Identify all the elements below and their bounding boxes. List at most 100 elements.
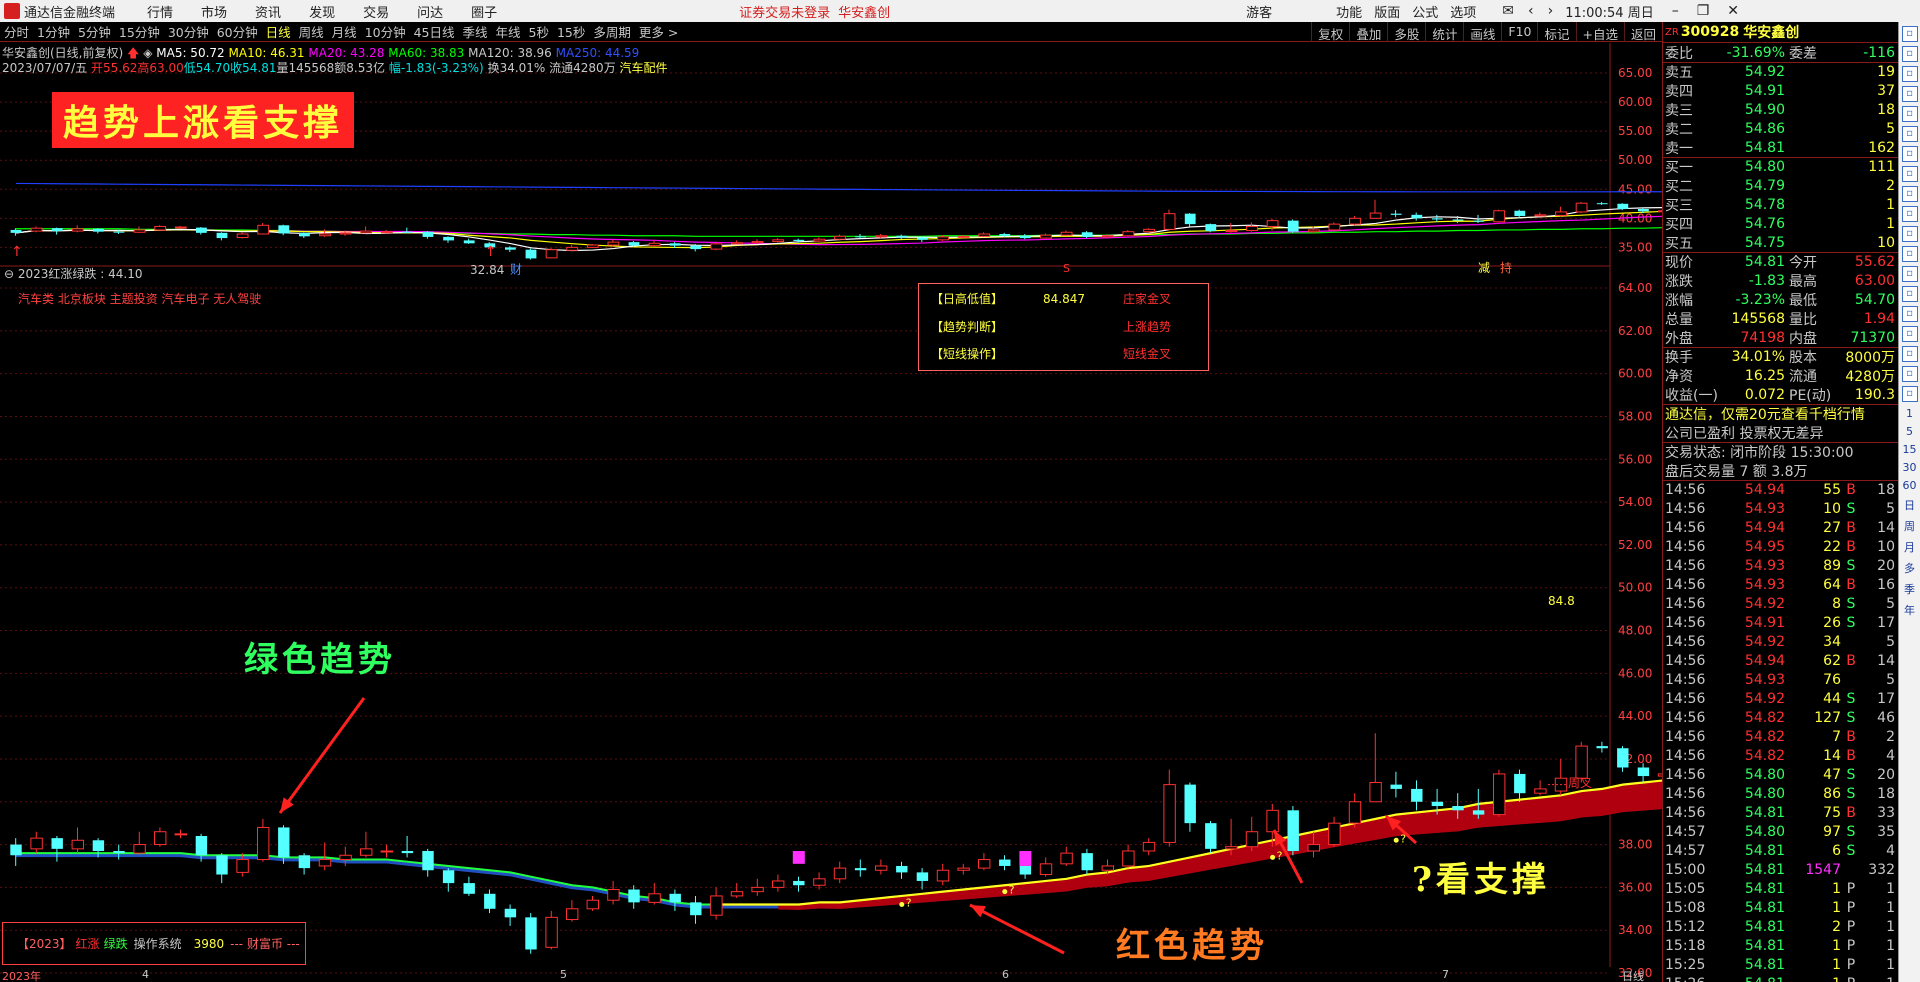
tick-volume: 34 <box>1823 633 1841 650</box>
tick-price: 54.80 <box>1744 785 1785 802</box>
period-tab[interactable]: 5分钟 <box>74 22 115 41</box>
menu-item-trade[interactable]: 交易 <box>349 2 403 21</box>
period-tab[interactable]: 季线 <box>459 22 492 41</box>
tick-direction: B <box>1846 576 1856 593</box>
sidebar-period-label[interactable]: 60 <box>1901 479 1919 492</box>
sidebar-period-label[interactable]: 季 <box>1901 581 1919 597</box>
menu-item-layout[interactable]: 版面 <box>1368 2 1406 21</box>
mail-icon[interactable]: ✉ <box>1502 3 1514 19</box>
rsi-icon[interactable]: ▫ <box>1901 286 1918 302</box>
settings-icon[interactable]: ◈ <box>143 46 152 60</box>
layout-icon[interactable]: ▫ <box>1901 226 1918 242</box>
sidebar-period-label[interactable]: 周 <box>1901 518 1919 534</box>
ma10-label: MA10: 46.31 <box>228 46 305 60</box>
table-icon[interactable]: ▫ <box>1901 126 1918 142</box>
period-tab[interactable]: 15秒 <box>553 22 589 41</box>
period-tab[interactable]: 1分钟 <box>33 22 74 41</box>
upper-candle <box>772 239 785 243</box>
login-status[interactable]: 证券交易未登录 <box>739 2 830 21</box>
period-tab[interactable]: 月线 <box>328 22 361 41</box>
sidebar-period-label[interactable]: 30 <box>1901 461 1919 474</box>
app-logo-icon <box>4 3 20 19</box>
tool-button[interactable]: 标记 <box>1537 22 1575 42</box>
tool-button[interactable]: +自选 <box>1575 22 1624 42</box>
chart-icon[interactable]: ▫ <box>1901 106 1918 122</box>
pen-icon[interactable]: ▫ <box>1901 326 1918 342</box>
menu-item-function[interactable]: 功能 <box>1330 2 1368 21</box>
pie-icon[interactable]: ▫ <box>1901 186 1918 202</box>
split-icon[interactable]: ▫ <box>1901 266 1918 282</box>
period-tab[interactable]: 分时 <box>0 22 33 41</box>
ask-label: 卖三 <box>1665 102 1693 119</box>
menu-item-circle[interactable]: 圈子 <box>457 2 511 21</box>
tick-time: 15:08 <box>1665 899 1706 916</box>
sidebar-period-label[interactable]: 多 <box>1901 560 1919 576</box>
forward-arrow-icon[interactable]: › <box>1548 3 1554 19</box>
menu-item-discover[interactable]: 发现 <box>295 2 349 21</box>
close-icon[interactable]: ✕ <box>1727 3 1739 19</box>
lower-candle <box>1184 784 1196 824</box>
minimize-icon[interactable]: – <box>1672 3 1679 19</box>
window-icon[interactable]: ▫ <box>1901 206 1918 222</box>
tool-button[interactable]: 返回 <box>1623 22 1662 42</box>
kline-chart-svg[interactable]: 65.0060.0055.0050.0045.0040.0035.0064.00… <box>0 43 1662 982</box>
period-tab[interactable]: 10分钟 <box>361 22 410 41</box>
period-tab[interactable]: 15分钟 <box>115 22 164 41</box>
ad-link[interactable]: 通达信，仅需20元查看千档行情 <box>1663 404 1865 424</box>
tool-button[interactable]: 画线 <box>1463 22 1501 42</box>
lower-y-tick-label: 60.00 <box>1618 367 1652 381</box>
stat-label: 量比 <box>1789 311 1817 328</box>
period-tab[interactable]: 更多 > <box>635 22 682 41</box>
tool-button[interactable]: 复权 <box>1311 22 1349 42</box>
upper-candle <box>1184 213 1196 225</box>
lower-candle <box>648 893 661 903</box>
upper-candle <box>422 231 434 237</box>
date-period[interactable]: 日线 <box>1622 968 1644 982</box>
menu-item-news[interactable]: 资讯 <box>241 2 295 21</box>
sidebar-period-label[interactable]: 5 <box>1901 425 1919 438</box>
period-tab[interactable]: 60分钟 <box>213 22 262 41</box>
sidebar-period-label[interactable]: 1 <box>1901 407 1919 420</box>
back-arrow-icon[interactable]: ‹ <box>1528 3 1534 19</box>
tool-button[interactable]: 统计 <box>1425 22 1463 42</box>
tool-button[interactable]: 叠加 <box>1349 22 1387 42</box>
sidebar-period-label[interactable]: 15 <box>1901 443 1919 456</box>
period-tab[interactable]: 多周期 <box>589 22 635 41</box>
menu-item-quotes[interactable]: 行情 <box>133 2 187 21</box>
line-icon[interactable]: ▫ <box>1901 146 1918 162</box>
period-tab[interactable]: 年线 <box>492 22 525 41</box>
menu-item-formula[interactable]: 公式 <box>1406 2 1444 21</box>
sidebar-period-label[interactable]: 年 <box>1901 602 1919 618</box>
period-tab[interactable]: 30分钟 <box>164 22 213 41</box>
period-tab[interactable]: 45日线 <box>410 22 459 41</box>
period-tab[interactable]: 5秒 <box>525 22 553 41</box>
menu-item-options[interactable]: 选项 <box>1444 2 1482 21</box>
calc-icon[interactable]: ▫ <box>1901 246 1918 262</box>
period-tab[interactable]: 周线 <box>295 22 328 41</box>
kline-chart-area[interactable]: 65.00 60.00 55.00 50.00 45.00 40.00 35.00 64.00… <box>0 43 1662 982</box>
gear-icon[interactable]: ▫ <box>1901 386 1918 402</box>
bar-icon[interactable]: ▫ <box>1901 166 1918 182</box>
f10-icon[interactable]: ▫ <box>1901 346 1918 362</box>
indicator-toggle-icon[interactable]: ⊖ <box>4 267 14 281</box>
bar-sector[interactable]: 汽车配件 <box>620 61 668 75</box>
guest-user[interactable]: 游客 <box>1246 2 1272 21</box>
upper-candle <box>133 229 146 233</box>
move-icon[interactable]: ▫ <box>1901 306 1918 322</box>
tool-button[interactable]: F10 <box>1501 22 1537 42</box>
menu-item-ask[interactable]: 问达 <box>403 2 457 21</box>
upper-candle <box>1514 210 1526 216</box>
period-tab[interactable]: 日线 <box>262 22 295 41</box>
down-icon[interactable]: ▫ <box>1901 46 1918 62</box>
tick-direction: P <box>1846 918 1856 935</box>
restore-icon[interactable]: ❐ <box>1697 3 1710 19</box>
stat-row: 换手 34.01% 股本 8000万 <box>1663 347 1898 366</box>
sidebar-period-label[interactable]: 日 <box>1901 497 1919 513</box>
sidebar-period-label[interactable]: 月 <box>1901 539 1919 555</box>
tool-button[interactable]: 多股 <box>1387 22 1425 42</box>
menu-item-market[interactable]: 市场 <box>187 2 241 21</box>
list-icon[interactable]: ▫ <box>1901 86 1918 102</box>
note-icon[interactable]: ▫ <box>1901 366 1918 382</box>
grid-icon[interactable]: ▫ <box>1901 66 1918 82</box>
up-icon[interactable]: ▫ <box>1901 26 1918 42</box>
